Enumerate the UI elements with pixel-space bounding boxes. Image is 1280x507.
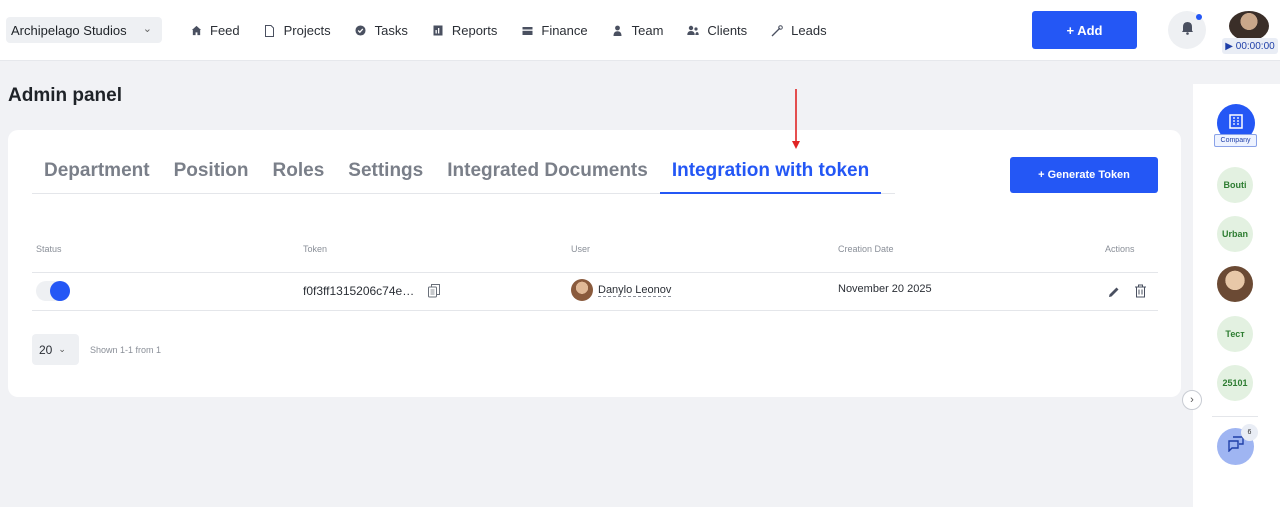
nav-item-tasks[interactable]: Tasks [355, 23, 408, 38]
people-icon [687, 25, 700, 37]
admin-tabs: Department Position Roles Settings Integ… [32, 154, 895, 194]
workspace-avatar[interactable] [1217, 266, 1253, 302]
document-icon [264, 24, 276, 37]
workspace-bouti[interactable]: Bouti [1217, 167, 1253, 203]
column-header-token: Token [303, 244, 328, 254]
nav-label: Reports [451, 23, 498, 38]
user-avatar[interactable] [1229, 11, 1269, 41]
person-icon [612, 25, 624, 37]
add-button[interactable]: + Add [1032, 11, 1137, 49]
expand-rail-button[interactable]: › [1182, 390, 1202, 410]
annotation-arrow [792, 89, 800, 149]
nav-item-team[interactable]: Team [612, 23, 664, 38]
trash-icon[interactable] [1134, 284, 1147, 298]
nav-item-leads[interactable]: Leads [771, 23, 827, 38]
avatar [571, 279, 593, 301]
bell-icon [1181, 21, 1194, 40]
nav-label: Finance [541, 23, 588, 38]
page-size-value: 20 [39, 342, 53, 357]
creation-date: November 20 2025 [838, 283, 932, 295]
user-name-link[interactable]: Danylo Leonov [598, 284, 672, 297]
copy-icon[interactable] [428, 284, 440, 298]
nav-item-feed[interactable]: Feed [190, 23, 240, 38]
divider [32, 310, 1158, 311]
nav-label: Leads [791, 23, 827, 38]
workspace-test[interactable]: Тест [1217, 316, 1253, 352]
nav-item-projects[interactable]: Projects [264, 23, 331, 38]
nav-label: Projects [283, 23, 331, 38]
chevron-down-icon: ⌄ [58, 344, 66, 354]
nav-label: Clients [707, 23, 748, 38]
tab-position[interactable]: Position [162, 154, 261, 194]
tab-department[interactable]: Department [32, 154, 162, 194]
time-tracker[interactable]: ▶ 00:00:00 [1222, 38, 1278, 54]
nav-label: Team [631, 23, 664, 38]
chat-count-badge: 6 [1241, 424, 1258, 441]
company-name: Archipelago Studios [11, 22, 127, 38]
tab-settings[interactable]: Settings [336, 154, 435, 194]
nav-item-reports[interactable]: Reports [432, 23, 498, 38]
tab-integration-with-token[interactable]: Integration with token [659, 154, 882, 194]
notifications-button[interactable] [1168, 11, 1206, 49]
nav-label: Tasks [374, 23, 408, 38]
wallet-icon [521, 25, 533, 37]
toggle-knob [50, 281, 70, 301]
workspace-urban[interactable]: Urban [1217, 216, 1253, 252]
divider [1212, 416, 1258, 417]
column-header-actions: Actions [1105, 244, 1135, 254]
nav-item-clients[interactable]: Clients [687, 23, 747, 38]
chevron-right-icon: › [1190, 394, 1194, 406]
home-icon [190, 25, 202, 37]
notification-dot [1196, 14, 1202, 20]
page-size-select[interactable]: 20 ⌄ [32, 334, 79, 365]
chevron-down-icon: ⌄ [142, 23, 152, 35]
token-value: f0f3ff1315206c74e… [303, 284, 415, 298]
status-toggle[interactable] [36, 281, 70, 301]
column-header-user: User [571, 244, 591, 254]
tab-roles[interactable]: Roles [261, 154, 337, 194]
nav-label: Feed [210, 23, 240, 38]
building-icon [1228, 113, 1244, 134]
report-icon [432, 25, 444, 37]
generate-token-button[interactable]: + Generate Token [1010, 157, 1158, 193]
check-circle-icon [355, 25, 367, 37]
page-title: Admin panel [8, 85, 123, 106]
tab-integrated-documents[interactable]: Integrated Documents [435, 154, 660, 194]
top-bar: Archipelago Studios ⌄ Feed Projects Task… [0, 0, 1280, 61]
pagination-summary: Shown 1-1 from 1 [90, 345, 162, 355]
column-header-creation-date: Creation Date [838, 244, 894, 254]
chat-icon [1227, 436, 1245, 457]
company-selector[interactable]: Archipelago Studios ⌄ [6, 17, 162, 43]
handshake-icon [771, 24, 783, 37]
workspace-25101[interactable]: 25101 [1217, 365, 1253, 401]
divider [32, 272, 1158, 273]
nav-item-finance[interactable]: Finance [521, 23, 588, 38]
column-header-status: Status [36, 244, 62, 254]
company-label: Company [1214, 134, 1257, 147]
main-nav: Feed Projects Tasks Reports Finance Team… [190, 0, 851, 61]
edit-icon[interactable] [1108, 285, 1120, 297]
admin-card: Department Position Roles Settings Integ… [8, 130, 1181, 397]
